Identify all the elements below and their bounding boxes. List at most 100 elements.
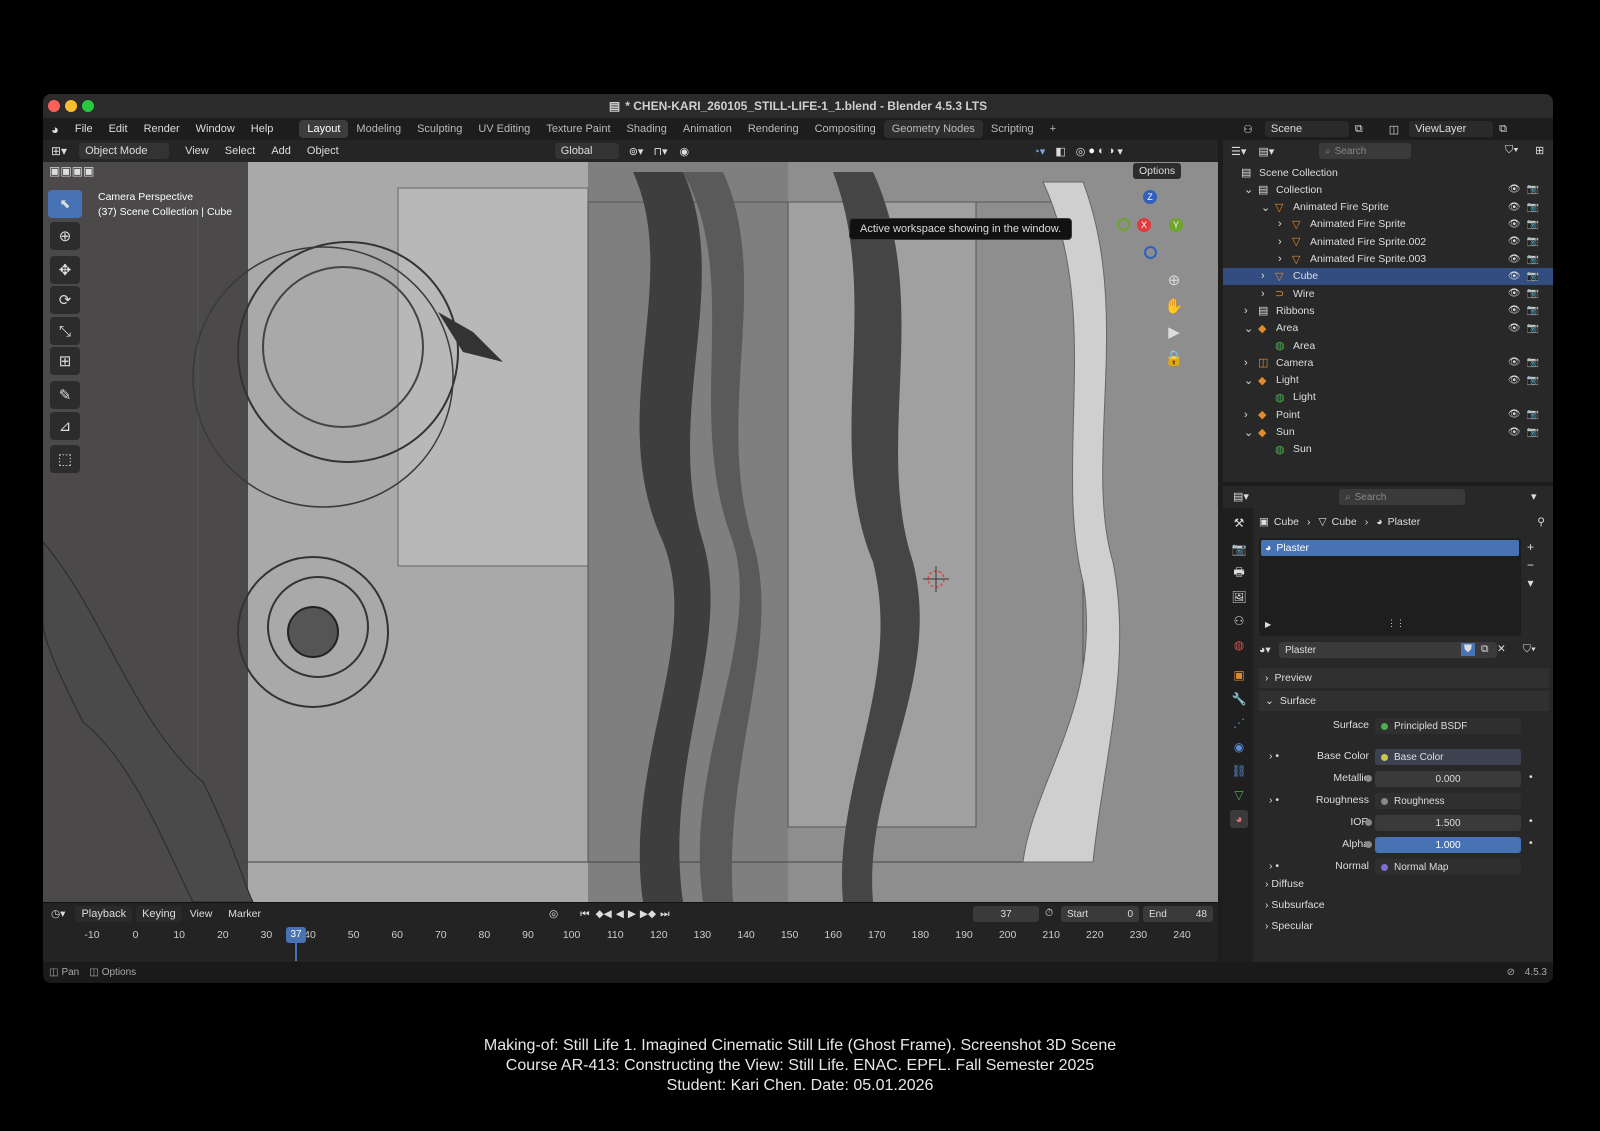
new-scene-icon[interactable]: ⧉ [1355,123,1363,136]
tool-tab-icon[interactable]: ⚒ [1230,514,1248,532]
current-frame-field[interactable]: 37 [973,906,1039,922]
outliner-row[interactable]: ⌄ ◆ Light 👁📷 [1223,372,1553,389]
move-tool-icon[interactable]: ✥ [50,256,80,284]
outliner-row[interactable]: ◍ Light [1223,389,1553,406]
transform-orientation-dropdown[interactable]: Global [554,143,619,159]
start-frame-field[interactable]: Start 0 [1061,906,1139,922]
camera-view-icon[interactable]: ▶ [1163,320,1185,346]
shading-solid-icon[interactable]: ● [1088,145,1095,157]
object-tab-icon[interactable]: ▣ [1230,666,1248,684]
expand-toggle-icon[interactable]: › [1278,218,1282,230]
outliner-row[interactable]: ◍ Sun [1223,441,1553,458]
keyframe-dot-icon[interactable]: • [1529,815,1533,827]
subpanel-header[interactable]: › Specular [1265,920,1313,932]
rotate-tool-icon[interactable]: ⟳ [50,286,80,314]
duplicate-material-icon[interactable]: ⧉ [1481,643,1489,656]
view-layer-tab-icon[interactable]: 🖼 [1230,588,1248,606]
outliner-row[interactable]: › ⊃ Wire 👁📷 [1223,285,1553,302]
tab-geometry-nodes[interactable]: Geometry Nodes [883,120,983,138]
add-workspace-icon[interactable]: + [1042,120,1064,138]
expand-toggle-icon[interactable]: ⌄ [1244,322,1253,335]
timeline-ruler[interactable]: -10 0 10 20 30 40 50 60 70 80 90 100 110 120 130 140 150… [43,927,1218,945]
editor-type-icon[interactable]: ⊞▾ [51,144,67,158]
node-tree-icon[interactable]: ⛉▾ [1523,643,1536,656]
preview-panel-header[interactable]: › Preview [1259,668,1549,688]
material-browse-icon[interactable]: ◕▾ [1259,644,1271,656]
blender-logo-icon[interactable]: ◕ [43,122,67,137]
field-value[interactable]: 0.000 [1375,771,1521,787]
tab-shading[interactable]: Shading [619,120,675,138]
tab-texture-paint[interactable]: Texture Paint [538,120,618,138]
outliner-row[interactable]: ⌄ ◆ Sun 👁📷 [1223,424,1553,441]
particles-tab-icon[interactable]: ⋰ [1230,714,1248,732]
visibility-toggles[interactable]: 👁📷 [1508,305,1545,316]
data-tab-icon[interactable]: ▽ [1230,786,1248,804]
end-frame-field[interactable]: End 48 [1143,906,1213,922]
outliner-search[interactable]: ⌕ Search [1319,143,1411,159]
outliner-row[interactable]: › ◆ Point 👁📷 [1223,406,1553,423]
3d-viewport[interactable]: ⬉ ⊕ ✥ ⟳ ⤡ ⊞ ✎ ⊿ ⬚ ▣▣▣▣ Camera Perspectiv… [43,162,1218,902]
visibility-toggles[interactable]: 👁📷 [1508,184,1545,195]
selection-mode-icons[interactable]: ▣▣▣▣ [49,164,94,178]
gizmo-neg-y[interactable] [1117,218,1130,231]
outliner-row[interactable]: ⌄ ▽ Animated Fire Sprite 👁📷 [1223,199,1553,216]
visibility-toggles[interactable]: 👁📷 [1508,427,1545,438]
tab-layout[interactable]: Layout [299,120,349,138]
menu-help[interactable]: Help [243,123,282,135]
outliner-row[interactable]: › ▽ Cube 👁📷 [1223,267,1553,285]
expand-input-icon[interactable]: › • [1269,860,1279,872]
viewport-overlays-icon[interactable]: ◔▾ [1033,145,1045,158]
close-window-button[interactable] [48,100,60,112]
object-mode-dropdown[interactable]: Object Mode [79,143,170,159]
menu-render[interactable]: Render [136,123,188,135]
expand-toggle-icon[interactable]: › [1261,288,1265,300]
output-tab-icon[interactable]: 🖶 [1230,564,1248,582]
expand-toggle-icon[interactable]: › [1244,409,1248,421]
transform-tool-icon[interactable]: ⊞ [50,347,80,375]
field-value[interactable]: Principled BSDF [1375,718,1521,734]
snap-icon[interactable]: ⊓▾ [653,145,667,158]
properties-editor-icon[interactable]: ▤▾ [1233,490,1249,503]
jump-start-icon[interactable]: ⏮ [580,908,589,921]
cursor-tool-icon[interactable]: ⊕ [50,222,80,250]
pin-icon[interactable]: ⚲ [1537,516,1545,528]
visibility-toggles[interactable]: 👁📷 [1508,236,1545,247]
scene-tab-icon[interactable]: ⚇ [1230,612,1248,630]
tab-animation[interactable]: Animation [675,120,740,138]
outliner-row[interactable]: › ▤ Ribbons 👁📷 [1223,302,1553,319]
zoom-icon[interactable]: ⊕ [1163,268,1185,294]
visibility-toggles[interactable]: 👁📷 [1508,409,1545,420]
fake-user-icon[interactable]: ⛊ [1461,643,1475,656]
visibility-toggles[interactable]: 👁📷 [1508,375,1545,386]
keyframe-dot-icon[interactable]: • [1529,771,1533,783]
visibility-toggles[interactable]: 👁📷 [1508,271,1545,282]
unlink-material-icon[interactable]: ✕ [1497,643,1506,655]
visibility-toggles[interactable]: 👁📷 [1508,219,1545,230]
keying-menu[interactable]: Keying [136,906,182,922]
world-tab-icon[interactable]: ◍ [1230,636,1248,654]
visibility-toggles[interactable]: 👁📷 [1508,254,1545,265]
visibility-toggles[interactable]: 👁📷 [1508,357,1545,368]
menu-select[interactable]: Select [217,145,264,157]
navigation-gizmo[interactable]: Z X Y [1115,188,1185,259]
expand-input-icon[interactable]: › • [1269,794,1279,806]
field-value[interactable]: Base Color [1375,749,1521,765]
outliner-row[interactable]: ⌄ ▤ Collection 👁📷 [1223,181,1553,198]
expand-toggle-icon[interactable]: › [1278,253,1282,265]
measure-tool-icon[interactable]: ⊿ [50,412,80,440]
expand-input-icon[interactable]: › • [1269,750,1279,762]
options-dropdown[interactable]: Options [1133,163,1182,179]
expand-toggle-icon[interactable]: › [1244,305,1248,317]
play-reverse-icon[interactable]: ◀ [616,908,624,920]
select-tool-icon[interactable]: ⬉ [48,190,82,218]
field-value[interactable]: Roughness [1375,793,1521,809]
field-value[interactable]: 1.500 [1375,815,1521,831]
tab-modeling[interactable]: Modeling [348,120,409,138]
menu-window[interactable]: Window [188,123,243,135]
xray-icon[interactable]: ◧ [1055,145,1065,158]
next-keyframe-icon[interactable]: ▶◆ [640,908,656,920]
viewlayer-selector[interactable]: ViewLayer [1409,121,1494,137]
keyframe-dot-icon[interactable]: • [1529,837,1533,849]
field-value[interactable]: 1.000 [1375,837,1521,853]
remove-slot-button[interactable]: − [1527,556,1534,574]
